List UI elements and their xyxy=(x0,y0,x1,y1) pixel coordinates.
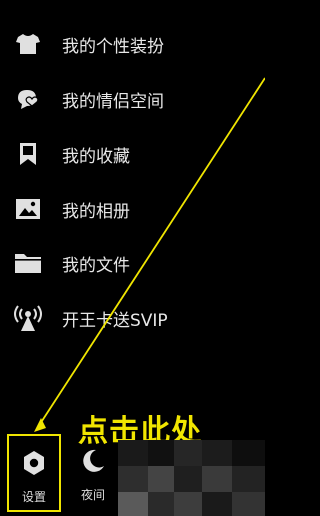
settings-button[interactable]: 设置 xyxy=(7,434,61,512)
menu-item-label: 我的相册 xyxy=(62,201,130,222)
menu-item-label: 我的个性装扮 xyxy=(62,36,164,57)
night-mode-label: 夜间 xyxy=(80,488,105,502)
menu-item-album[interactable]: 我的相册 xyxy=(0,189,240,229)
settings-label: 设置 xyxy=(21,490,46,504)
menu-item-files[interactable]: 我的文件 xyxy=(0,243,240,283)
tshirt-icon xyxy=(12,28,44,60)
image-icon xyxy=(12,193,44,225)
settings-gear-icon xyxy=(9,448,59,478)
menu-item-wangka-svip[interactable]: 开王卡送SVIP xyxy=(0,298,240,338)
bookmark-icon xyxy=(12,138,44,170)
menu-item-label: 我的收藏 xyxy=(62,146,130,167)
moon-icon xyxy=(66,446,120,476)
pixelated-redaction xyxy=(118,440,265,516)
menu-item-label: 我的情侣空间 xyxy=(62,91,164,112)
night-mode-button[interactable]: 夜间 xyxy=(66,434,120,512)
menu-item-personal-dressup[interactable]: 我的个性装扮 xyxy=(0,24,240,64)
menu-item-favorites[interactable]: 我的收藏 xyxy=(0,134,240,174)
signal-tower-icon xyxy=(12,302,44,334)
menu-item-label: 我的文件 xyxy=(62,255,130,276)
menu-item-couple-space[interactable]: 我的情侣空间 xyxy=(0,79,240,119)
menu-item-label: 开王卡送SVIP xyxy=(62,310,168,331)
heart-bubble-icon xyxy=(12,83,44,115)
folder-icon xyxy=(12,247,44,279)
